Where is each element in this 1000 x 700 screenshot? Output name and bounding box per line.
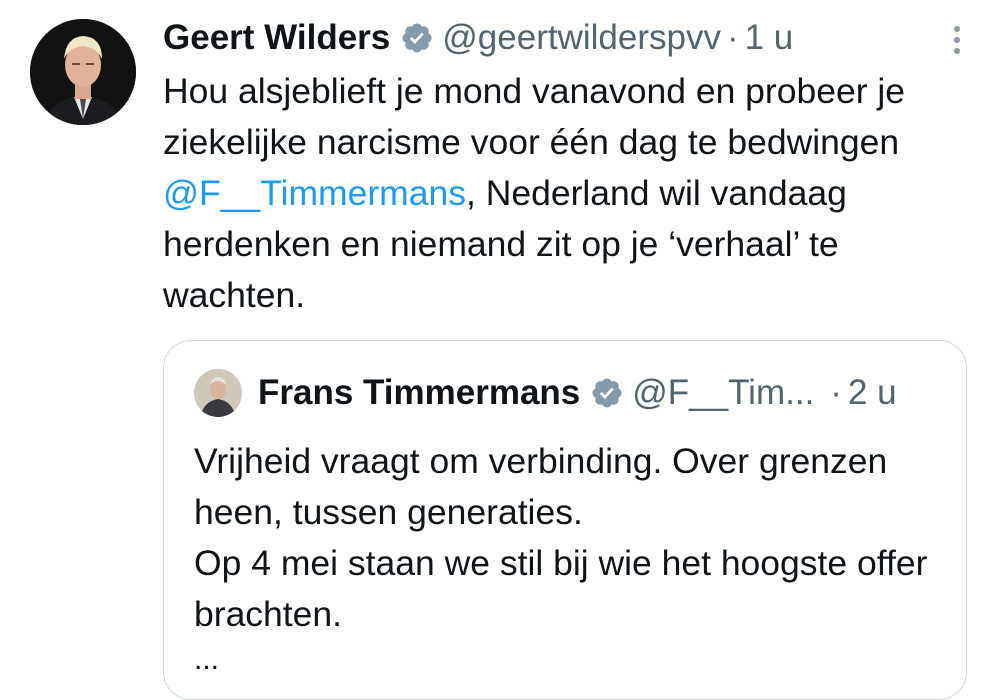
separator-dot: ·	[830, 373, 842, 412]
quoted-author-avatar	[194, 369, 242, 417]
tweet-text-part1: Hou alsjeblieft je mond vanavond en prob…	[163, 71, 906, 162]
mention-link[interactable]: @F__Timmermans	[163, 173, 466, 213]
tweet[interactable]: Geert Wilders @geertwilderspvv · 1 u Hou…	[163, 16, 983, 321]
quoted-author-handle: @F__Tim...	[632, 373, 815, 412]
tweet-header: Geert Wilders @geertwilderspvv · 1 u	[163, 16, 983, 60]
quoted-tweet-header: Frans Timmermans @F__Tim... · 2 u	[194, 369, 897, 417]
author-avatar[interactable]	[30, 19, 136, 125]
timestamp[interactable]: 1 u	[745, 18, 794, 58]
verified-badge-icon	[400, 21, 434, 55]
quoted-tweet-text: Vrijheid vraagt om verbinding. Over gren…	[194, 436, 954, 680]
verified-badge-icon	[590, 376, 624, 410]
quoted-text-line2: Op 4 mei staan we stil bij wie het hoogs…	[194, 543, 928, 634]
separator-dot: ·	[726, 18, 739, 57]
quoted-tweet-card[interactable]: Frans Timmermans @F__Tim... · 2 u Vrijhe…	[163, 340, 967, 700]
author-name[interactable]: Geert Wilders	[163, 18, 390, 58]
tweet-text: Hou alsjeblieft je mond vanavond en prob…	[163, 66, 978, 321]
quoted-author-name: Frans Timmermans	[258, 373, 581, 412]
more-options-icon[interactable]	[951, 26, 963, 62]
quoted-text-line1: Vrijheid vraagt om verbinding. Over gren…	[194, 441, 888, 532]
quoted-timestamp: 2 u	[847, 373, 897, 412]
truncation-ellipsis: ...	[194, 643, 220, 676]
author-handle[interactable]: @geertwilderspvv	[442, 18, 721, 58]
